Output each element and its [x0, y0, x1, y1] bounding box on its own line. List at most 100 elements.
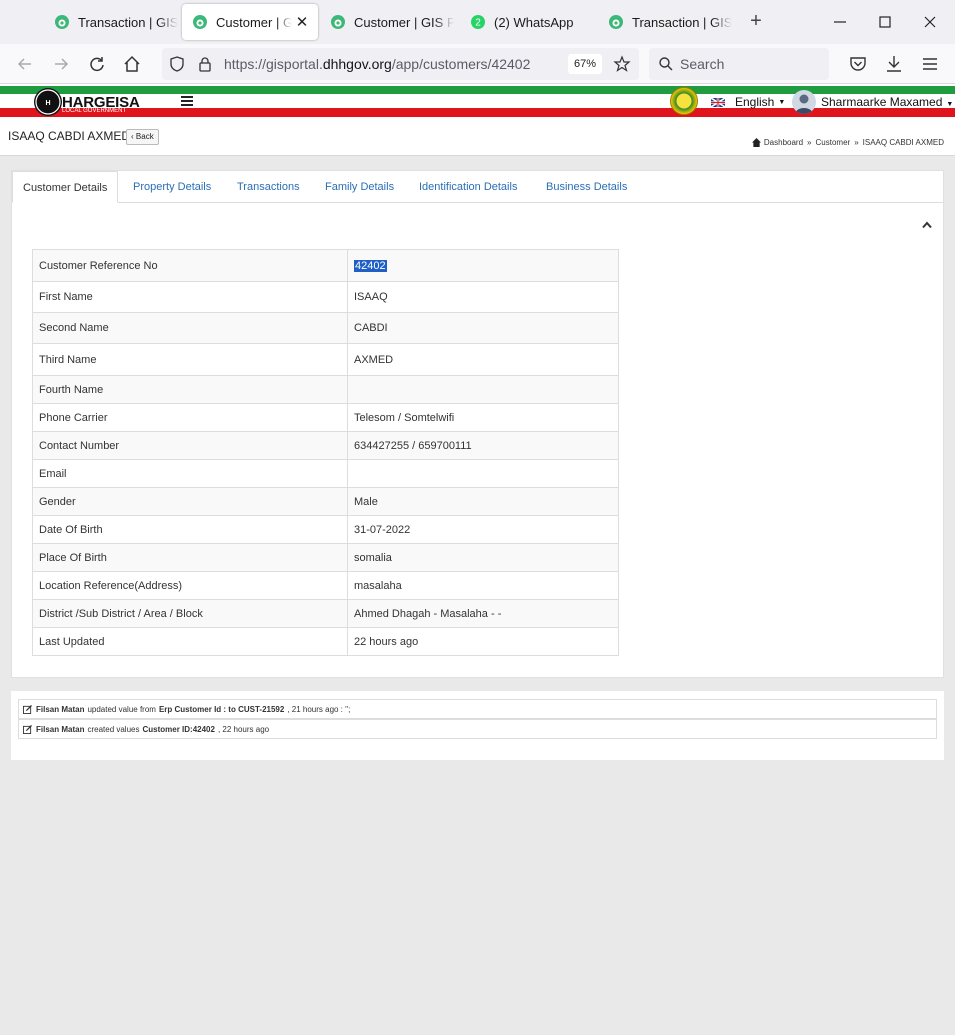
table-row: Contact Number 634427255 / 659700111 — [32, 431, 619, 460]
field-value: 31-07-2022 — [347, 515, 619, 544]
back-arrow-icon[interactable] — [14, 53, 36, 75]
close-window-icon[interactable] — [920, 12, 940, 32]
field-value: 634427255 / 659700111 — [347, 431, 619, 460]
lock-icon[interactable] — [197, 56, 213, 72]
search-placeholder: Search — [680, 56, 725, 72]
hargeisa-logo-icon[interactable]: H — [34, 88, 62, 116]
chevron-left-icon: ‹ — [131, 132, 134, 141]
breadcrumb-separator: » — [807, 138, 812, 147]
table-row: Second Name CABDI — [32, 312, 619, 344]
reload-icon[interactable] — [86, 53, 108, 75]
selected-text[interactable]: 42402 — [354, 259, 387, 272]
table-row: Third Name AXMED — [32, 343, 619, 376]
table-row: Email — [32, 459, 619, 488]
table-row: Place Of Birth somalia — [32, 543, 619, 572]
breadcrumb-dashboard[interactable]: Dashboard — [764, 138, 803, 147]
breadcrumb-customer[interactable]: Customer — [816, 138, 851, 147]
field-label: Fourth Name — [32, 375, 348, 404]
browser-nav-bar: https://gisportal.dhhgov.org/app/custome… — [0, 44, 955, 84]
user-avatar[interactable] — [792, 90, 816, 114]
whatsapp-badge-icon: 2 — [471, 15, 485, 29]
field-value: masalaha — [347, 571, 619, 600]
log-time: , 22 hours ago — [217, 724, 270, 734]
field-value: Ahmed Dhagah - Masalaha - - — [347, 599, 619, 628]
download-icon[interactable] — [883, 53, 905, 75]
gis-favicon-icon — [609, 15, 623, 29]
browser-tab[interactable]: Customer | GIS Po — [320, 4, 454, 40]
forward-arrow-icon[interactable] — [50, 53, 72, 75]
back-button[interactable]: ‹ Back — [126, 129, 159, 145]
field-value: AXMED — [347, 343, 619, 376]
table-row: Location Reference(Address) masalaha — [32, 571, 619, 600]
language-label: English — [735, 95, 775, 109]
table-row: Phone Carrier Telesom / Somtelwifi — [32, 403, 619, 432]
user-menu[interactable]: Sharmaarke Maxamed ▼ — [821, 95, 953, 109]
close-tab-icon[interactable]: ✕ — [292, 13, 312, 31]
field-value — [347, 375, 619, 404]
government-seal-icon — [670, 87, 698, 115]
language-selector[interactable]: English ▼ — [711, 95, 785, 109]
shield-icon[interactable] — [169, 56, 185, 72]
address-bar[interactable]: https://gisportal.dhhgov.org/app/custome… — [162, 48, 639, 80]
browser-tab[interactable]: Transaction | GIS P — [598, 4, 732, 40]
field-label: Customer Reference No — [32, 249, 348, 282]
table-row: Fourth Name — [32, 375, 619, 404]
field-label: Location Reference(Address) — [32, 571, 348, 600]
tab-family-details[interactable]: Family Details — [325, 181, 394, 193]
field-label: Email — [32, 459, 348, 488]
activity-log-item: Filsan Matan created values Customer ID:… — [18, 719, 937, 739]
zoom-level[interactable]: 67% — [568, 54, 602, 74]
tab-title: Transaction | GIS P — [78, 14, 178, 30]
app-header: H HARGEISA LOCAL GOVERNMENT English ▼ Sh… — [0, 84, 955, 118]
menu-icon[interactable] — [919, 53, 941, 75]
browser-search-box[interactable]: Search — [649, 48, 829, 80]
table-row: Gender Male — [32, 487, 619, 516]
tab-title: Transaction | GIS P — [632, 14, 732, 30]
field-value: 22 hours ago — [347, 627, 619, 656]
browser-tab[interactable]: 2 (2) WhatsApp — [460, 4, 594, 40]
log-action: updated value from — [87, 704, 156, 714]
svg-text:H: H — [45, 100, 50, 107]
detail-tabs: Customer Details Property Details Transa… — [12, 171, 943, 203]
tab-transactions[interactable]: Transactions — [237, 181, 300, 193]
field-label: Gender — [32, 487, 348, 516]
field-label: Place Of Birth — [32, 543, 348, 572]
field-value: Male — [347, 487, 619, 516]
maximize-icon[interactable] — [875, 12, 895, 32]
activity-log-panel: Filsan Matan updated value from Erp Cust… — [11, 691, 944, 760]
tab-property-details[interactable]: Property Details — [133, 181, 211, 193]
log-detail: Erp Customer Id : to CUST-21592 — [158, 704, 285, 714]
search-icon — [659, 57, 673, 71]
edit-icon — [23, 704, 32, 714]
table-row: District /Sub District / Area / Block Ahm… — [32, 599, 619, 628]
caret-down-icon: ▼ — [778, 98, 786, 106]
tab-identification-details[interactable]: Identification Details — [419, 181, 517, 193]
hamburger-menu-icon[interactable] — [181, 96, 193, 106]
gis-favicon-icon — [331, 15, 345, 29]
field-value: CABDI — [347, 312, 619, 344]
minimize-icon[interactable] — [830, 12, 850, 32]
breadcrumb-current: ISAAQ CABDI AXMED — [862, 138, 944, 147]
field-label: Date Of Birth — [32, 515, 348, 544]
field-label: Second Name — [32, 312, 348, 344]
tab-title: Customer | GIS Po — [354, 14, 454, 30]
home-icon[interactable] — [121, 53, 143, 75]
breadcrumb-separator: » — [854, 138, 859, 147]
log-user: Filsan Matan — [36, 724, 85, 734]
bookmark-star-icon[interactable] — [613, 55, 631, 73]
pocket-icon[interactable] — [847, 53, 869, 75]
uk-flag-icon — [711, 97, 725, 107]
url-text[interactable]: https://gisportal.dhhgov.org/app/custome… — [224, 56, 530, 72]
caret-down-icon: ▼ — [946, 101, 954, 108]
new-tab-button[interactable]: + — [745, 10, 767, 34]
gis-favicon-icon — [55, 15, 69, 29]
chevron-up-icon[interactable] — [922, 221, 932, 229]
field-value: 42402 — [347, 249, 619, 282]
browser-tab[interactable]: Transaction | GIS P — [44, 4, 178, 40]
tab-title: Customer | GIS — [216, 14, 292, 30]
browser-tab-active[interactable]: Customer | GIS ✕ — [182, 4, 318, 40]
table-row: Date Of Birth 31-07-2022 — [32, 515, 619, 544]
field-value: somalia — [347, 543, 619, 572]
tab-customer-details[interactable]: Customer Details — [12, 171, 119, 203]
tab-business-details[interactable]: Business Details — [546, 181, 627, 193]
